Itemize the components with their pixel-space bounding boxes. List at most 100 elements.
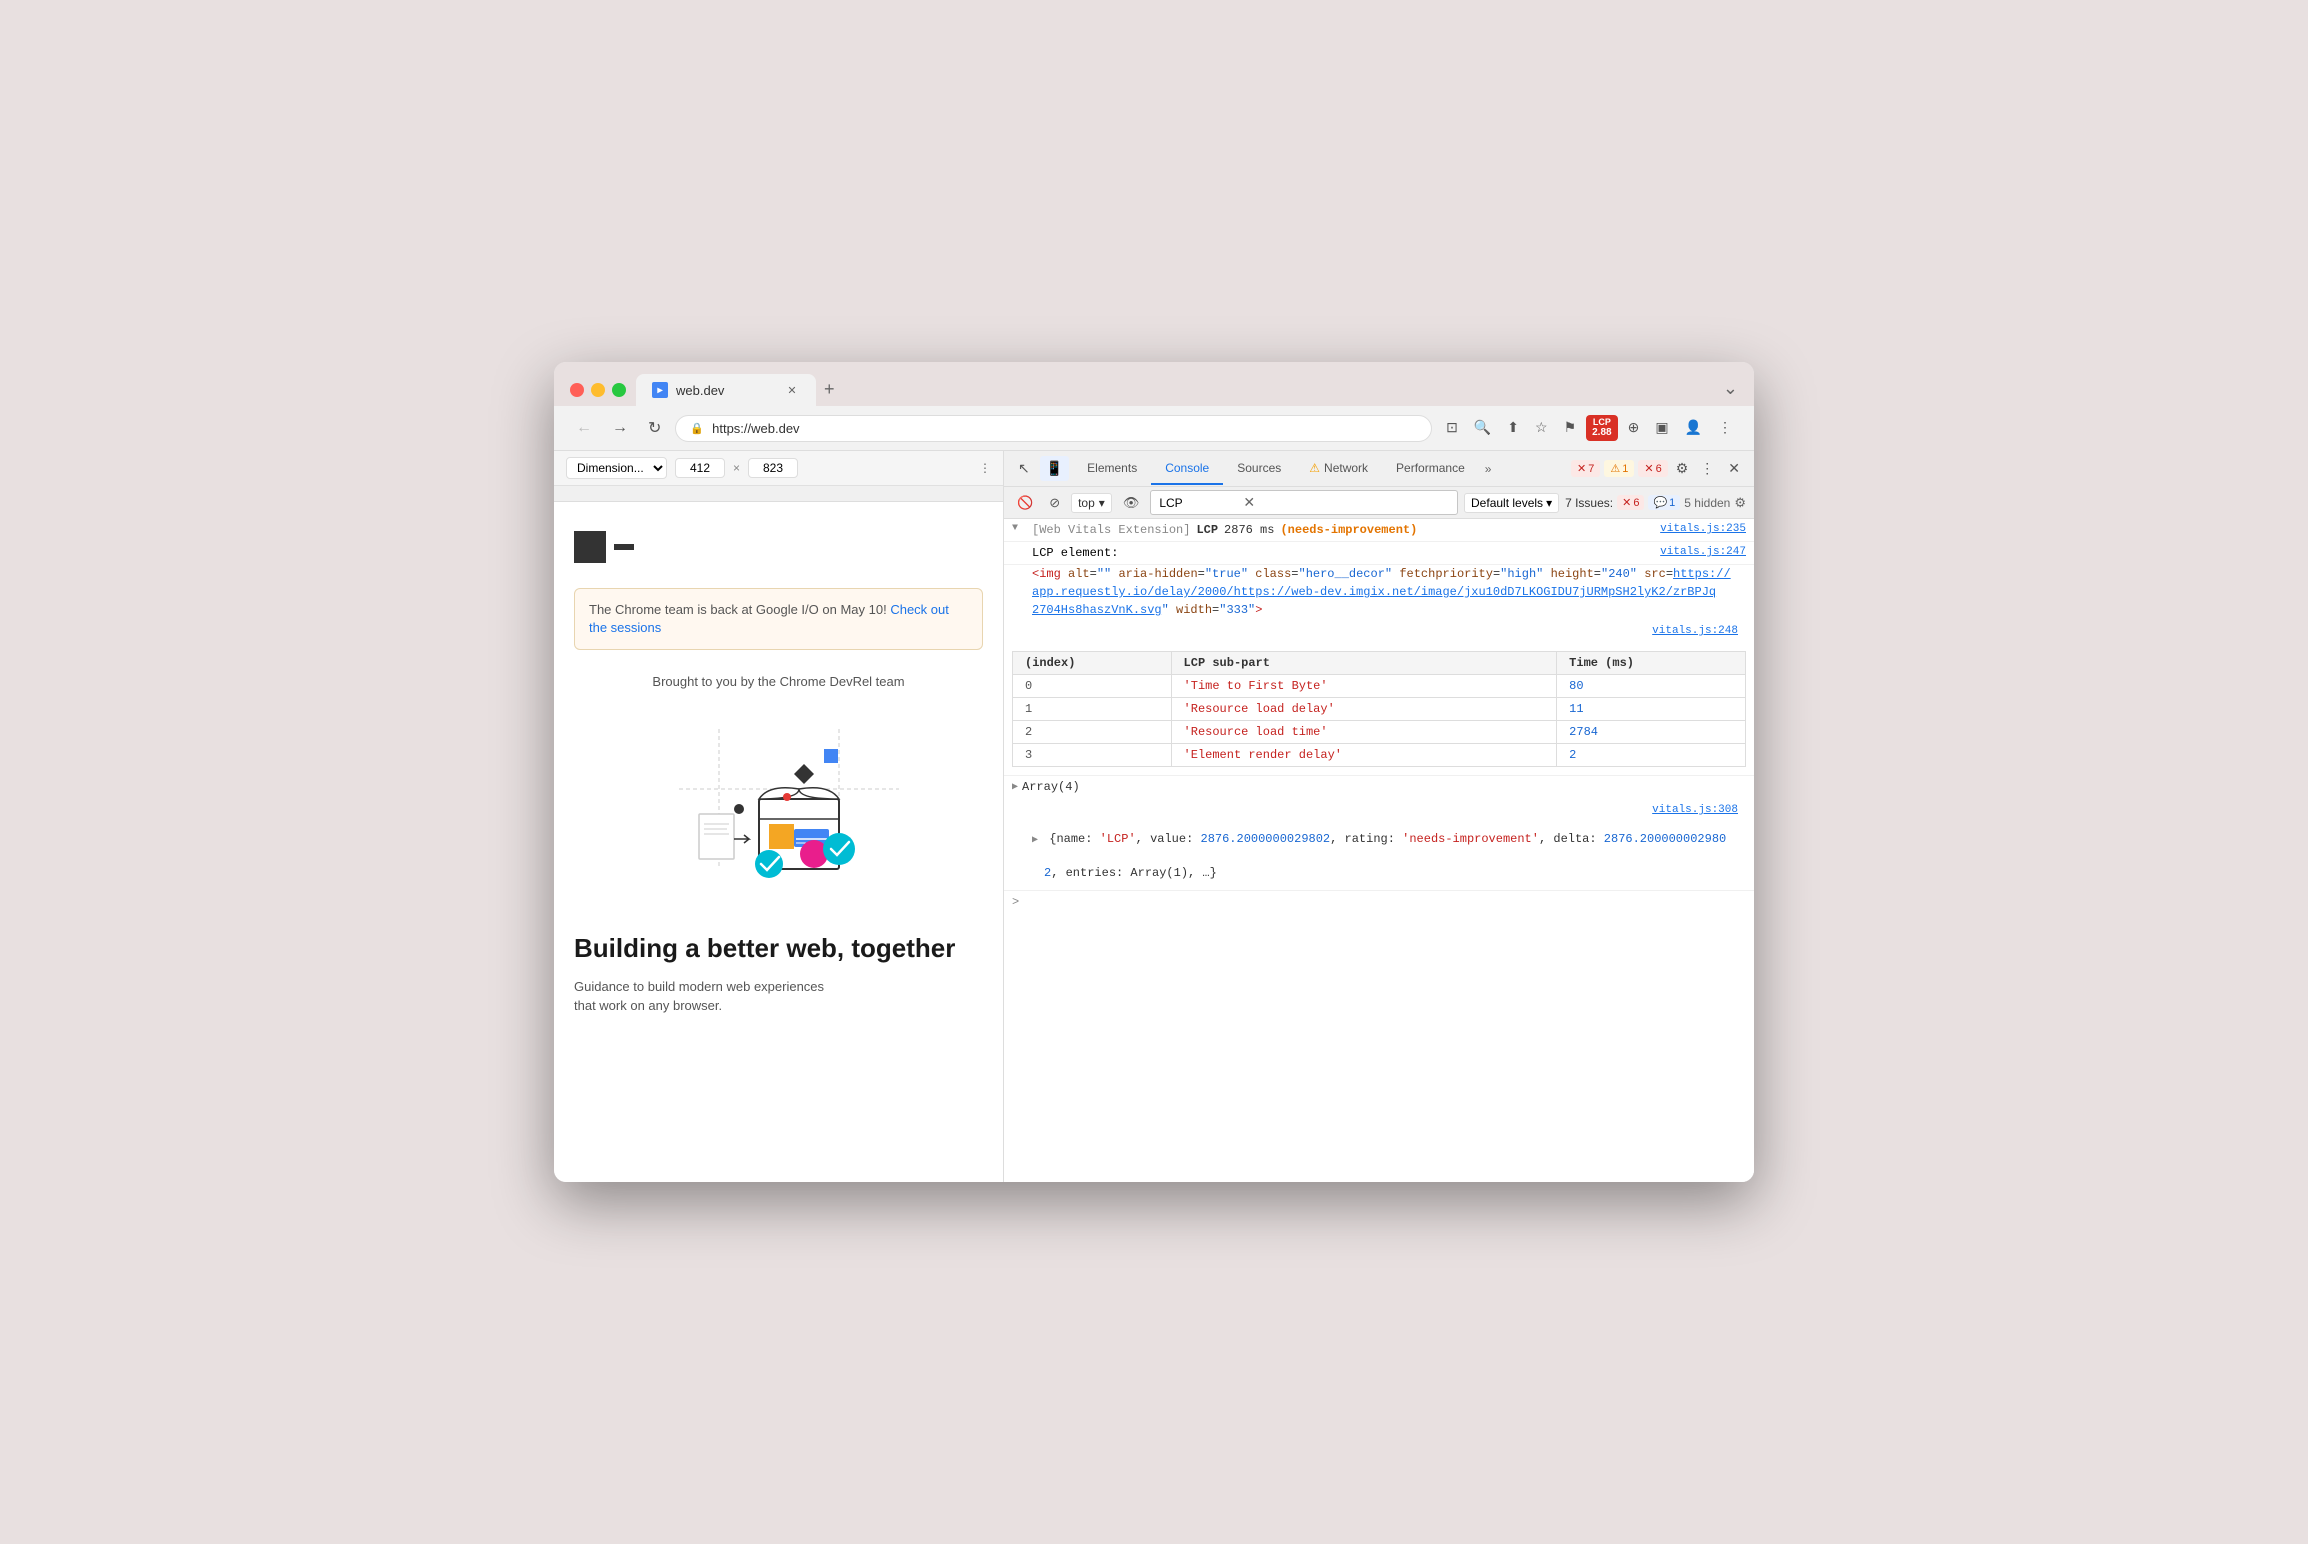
table-cell-index: 3	[1013, 744, 1172, 767]
console-output[interactable]: ▼ vitals.js:235 [Web Vitals Extension] L…	[1004, 519, 1754, 1182]
object-entry-line2: 2, entries: Array(1), …}	[1012, 860, 1746, 886]
context-selector[interactable]: top ▾	[1071, 493, 1112, 513]
tab-sources[interactable]: Sources	[1223, 453, 1295, 485]
img-src-link3[interactable]: 2704Hs8haszVnK.svg	[1032, 603, 1162, 617]
issues-settings-icon[interactable]: ⚙	[1734, 495, 1746, 511]
context-label: top	[1078, 496, 1095, 510]
devtools-more-button[interactable]: ⋮	[1696, 456, 1718, 481]
avatar-button[interactable]: 👤	[1679, 415, 1708, 440]
split-button[interactable]: ▣	[1649, 415, 1674, 440]
more-tabs-button[interactable]: »	[1479, 454, 1498, 484]
tab-network[interactable]: ⚠ Network	[1295, 453, 1382, 485]
hero-square-icon	[574, 531, 606, 563]
img-src-line3: 2704Hs8haszVnK.svg" width="333">	[1004, 601, 1754, 619]
horizontal-ruler	[554, 486, 1003, 502]
img-src-attr: src	[1644, 567, 1666, 581]
console-entry-object: vitals.js:308 ▶ {name: 'LCP', value: 287…	[1004, 798, 1754, 891]
img-fetch-val: "high"	[1500, 567, 1543, 581]
table-header-subpart: LCP sub-part	[1171, 652, 1557, 675]
bookmark-button[interactable]: ☆	[1529, 415, 1554, 440]
maximize-window-button[interactable]	[612, 383, 626, 397]
table-cell-time: 80	[1557, 675, 1746, 698]
tab-close-button[interactable]: ✕	[784, 382, 800, 398]
page-heading: Building a better web, together	[574, 933, 983, 964]
img-src-link[interactable]: https://	[1673, 567, 1731, 581]
close-window-button[interactable]	[570, 383, 584, 397]
array-label: Array(4)	[1022, 780, 1080, 794]
console-filter-input[interactable]	[1159, 496, 1239, 510]
tab-elements[interactable]: Elements	[1073, 453, 1151, 485]
search-button[interactable]: 🔍	[1468, 415, 1497, 440]
table-cell-index: 1	[1013, 698, 1172, 721]
tab-favicon: ▸	[652, 382, 668, 398]
tab-console[interactable]: Console	[1151, 453, 1223, 485]
page-content: The Chrome team is back at Google I/O on…	[554, 502, 1003, 1182]
devtools-actions: ✕ 7 ⚠ 1 ✕ 6 ⚙ ⋮ ✕	[1571, 456, 1746, 481]
share-button[interactable]: ⬆	[1501, 415, 1525, 440]
img-src-link2[interactable]: app.requestly.io/delay/2000/https://web-…	[1032, 585, 1716, 599]
vitals-file-ref-2[interactable]: vitals.js:247	[1660, 546, 1746, 558]
browser-viewport: Dimension... × ⋮ The Chrome team is back…	[554, 451, 1004, 1182]
vitals-header-line: [Web Vitals Extension] LCP 2876 ms (need…	[1032, 523, 1660, 537]
array-expand-icon[interactable]: ▶	[1012, 781, 1018, 793]
issues-count-area: 7 Issues: ✕ 6 💬 1 5 hidden ⚙	[1565, 495, 1746, 511]
log-levels-button[interactable]: Default levels ▾	[1464, 493, 1559, 513]
address-bar[interactable]: 🔒 https://web.dev	[675, 415, 1432, 442]
img-height-val: "240"	[1601, 567, 1637, 581]
levels-label: Default levels	[1471, 496, 1543, 510]
img-width-attr: width	[1176, 603, 1212, 617]
table-cell-time: 2784	[1557, 721, 1746, 744]
devtools-tabs: Elements Console Sources ⚠ Network Perfo…	[1073, 453, 1567, 485]
img-open-tag: <img	[1032, 567, 1068, 581]
img-alt-val: ""	[1097, 567, 1111, 581]
vitals-file-ref-4[interactable]: vitals.js:308	[1652, 804, 1738, 816]
devtools-settings-button[interactable]: ⚙	[1672, 456, 1693, 481]
dimension-preset-select[interactable]: Dimension...	[566, 457, 667, 479]
tab-performance[interactable]: Performance	[1382, 453, 1479, 485]
table-row: 2'Resource load time'2784	[1013, 721, 1746, 744]
extensions-button[interactable]: ⊕	[1622, 415, 1646, 440]
back-button[interactable]: ←	[570, 415, 598, 441]
subtext-line1: Guidance to build modern web experiences	[574, 979, 824, 994]
clear-console-button[interactable]: 🚫	[1012, 492, 1038, 514]
viewport-height-input[interactable]	[748, 458, 798, 478]
flag-button[interactable]: ⚑	[1558, 415, 1583, 440]
levels-chevron-icon: ▾	[1546, 496, 1552, 510]
browser-tab[interactable]: ▸ web.dev ✕	[636, 374, 816, 406]
console-prompt[interactable]: >	[1004, 891, 1754, 913]
more-button[interactable]: ⋮	[1712, 415, 1738, 440]
inspect-element-button[interactable]: ↖	[1012, 456, 1036, 481]
filter-clear-button[interactable]: ✕	[1243, 494, 1255, 511]
table-cell-subpart: 'Time to First Byte'	[1171, 675, 1557, 698]
obj-entries: , entries: Array(1), …}	[1051, 866, 1217, 880]
eye-filter-button[interactable]: 👁	[1118, 492, 1145, 514]
reload-button[interactable]: ↻	[642, 414, 667, 442]
forward-button[interactable]: →	[606, 415, 634, 441]
vitals-metric-label: LCP	[1196, 523, 1218, 537]
object-expand-button[interactable]: ▶	[1032, 835, 1038, 846]
browser-window: ▸ web.dev ✕ + ⌄ ← → ↻ 🔒 https://web.dev …	[554, 362, 1754, 1182]
new-tab-button[interactable]: +	[816, 375, 843, 404]
table-cell-index: 0	[1013, 675, 1172, 698]
img-fetch-attr: fetchpriority	[1399, 567, 1493, 581]
vitals-file-ref-1[interactable]: vitals.js:235	[1660, 523, 1746, 535]
stop-recording-button[interactable]: ⊘	[1044, 492, 1065, 514]
minimize-window-button[interactable]	[591, 383, 605, 397]
dimension-more-icon[interactable]: ⋮	[979, 461, 991, 475]
window-chevron-icon[interactable]: ⌄	[1723, 378, 1738, 399]
device-emulation-button[interactable]: 📱	[1040, 456, 1069, 481]
img-tag-content: <img alt="" aria-hidden="true" class="he…	[1032, 567, 1731, 581]
traffic-lights	[570, 383, 626, 397]
devrel-credit: Brought to you by the Chrome DevRel team	[574, 674, 983, 689]
cast-button[interactable]: ⊡	[1440, 415, 1464, 440]
vitals-file-ref-3[interactable]: vitals.js:248	[1652, 625, 1738, 637]
vitals-prefix: [Web Vitals Extension]	[1032, 523, 1190, 537]
img-width-part: "	[1162, 603, 1176, 617]
img-aria-val: "true"	[1205, 567, 1248, 581]
error2-count: 6	[1656, 463, 1662, 475]
error2-icon: ✕	[1644, 462, 1653, 475]
viewport-width-input[interactable]	[675, 458, 725, 478]
devtools-close-button[interactable]: ✕	[1722, 456, 1746, 481]
expand-icon[interactable]: ▼	[1012, 523, 1024, 534]
error-icon: ✕	[1577, 462, 1586, 475]
